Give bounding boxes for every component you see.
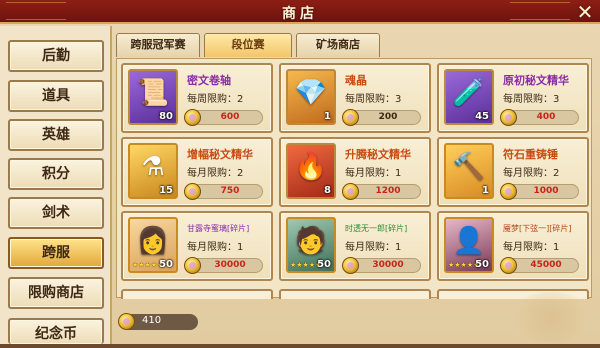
price-tag: 30000 [342, 257, 421, 274]
hero-portrait-icon: 👤 [452, 226, 486, 256]
coin-icon [118, 313, 135, 330]
item-name: 魂晶 [345, 74, 367, 87]
item-price: 30000 [214, 260, 246, 270]
shop-item-card[interactable]: 🔨 1 符石重铸锤 每月限购：2 1000 [437, 137, 589, 207]
crystal-icon: 💎 [294, 78, 328, 108]
item-name: 时透无一郎[碎片] [345, 224, 408, 233]
shop-item-card[interactable]: 🔥 8 升腾秘文精华 每月限购：1 1200 [279, 137, 431, 207]
tab-mine-shop[interactable]: 矿场商店 [296, 33, 380, 57]
item-price: 45000 [530, 260, 562, 270]
item-quantity: 45 [475, 111, 489, 122]
currency-balance: 410 [118, 313, 198, 330]
item-name: 增幅秘文精华 [187, 148, 253, 161]
sidebar-item-commemorative-coin[interactable]: 纪念币 [8, 318, 104, 344]
shop-item-card[interactable]: 👩 ★★★★★ 50 甘露寺蜜璃[碎片] 每月限购：1 30000 [121, 211, 273, 281]
item-quantity: 50 [475, 259, 489, 270]
shop-item-grid: 📜 80 密文卷轴 每周限购：2 600 💎 1 魂晶 每周限购：3 200 🧪… [116, 58, 592, 299]
scroll-icon: 📜 [136, 78, 170, 108]
title-bar: 商店 ✕ [0, 0, 600, 24]
potion-icon: 🧪 [452, 78, 486, 108]
item-quantity: 8 [324, 185, 331, 196]
hammer-icon: 🔨 [452, 152, 486, 182]
shop-item-card[interactable]: 🧑 ★★★★★ 50 时透无一郎[碎片] 每月限购：1 30000 [279, 211, 431, 281]
item-name: 符石重铸锤 [503, 148, 558, 161]
item-price: 30000 [372, 260, 404, 270]
purchase-limit: 每月限购：1 [503, 242, 560, 253]
flask-icon: ⚗ [141, 152, 165, 182]
price-tag: 1200 [342, 183, 421, 200]
title-ornament-right [510, 2, 570, 20]
price-tag: 1000 [500, 183, 579, 200]
tab-rank-match[interactable]: 段位赛 [204, 33, 292, 57]
category-sidebar: 后勤 道具 英雄 积分 剑术 跨服 限购商店 纪念币 [0, 26, 112, 344]
item-frame: 💎 1 [286, 69, 336, 125]
tab-cross-server-championship[interactable]: 跨服冠军赛 [116, 33, 200, 57]
purchase-limit: 每周限购：2 [187, 94, 244, 105]
purchase-limit: 每月限购：1 [345, 168, 402, 179]
hero-portrait-icon: 🧑 [294, 226, 328, 256]
elixir-icon: 🔥 [294, 152, 328, 182]
item-price: 600 [220, 112, 240, 122]
shop-item-card[interactable]: 🧪 45 原初秘文精华 每周限购：3 400 [437, 63, 589, 133]
purchase-limit: 每周限购：3 [503, 94, 560, 105]
item-frame: 📜 80 [128, 69, 178, 125]
shop-item-card[interactable]: 👤 ★★★★★ 50 魇梦[下弦一][碎片] 每月限购：1 45000 [437, 211, 589, 281]
item-frame: 🔨 1 [444, 143, 494, 199]
purchase-limit: 每周限购：3 [345, 94, 402, 105]
shop-item-card-partial[interactable] [121, 289, 273, 299]
price-tag: 30000 [184, 257, 263, 274]
item-price: 1200 [375, 186, 401, 196]
item-quantity: 1 [324, 111, 331, 122]
item-name: 原初秘文精华 [503, 74, 569, 87]
item-frame: 👤 ★★★★★ 50 [444, 217, 494, 273]
price-tag: 45000 [500, 257, 579, 274]
item-quantity: 15 [159, 185, 173, 196]
item-price: 400 [536, 112, 556, 122]
item-quantity: 50 [159, 259, 173, 270]
sidebar-item-props[interactable]: 道具 [8, 80, 104, 112]
sidebar-item-limited-shop[interactable]: 限购商店 [8, 277, 104, 309]
item-quantity: 80 [159, 111, 173, 122]
purchase-limit: 每月限购：2 [503, 168, 560, 179]
item-quantity: 1 [482, 185, 489, 196]
price-tag: 200 [342, 109, 421, 126]
price-tag: 750 [184, 183, 263, 200]
price-tag: 600 [184, 109, 263, 126]
purchase-limit: 每月限购：2 [187, 168, 244, 179]
currency-amount: 410 [142, 315, 162, 326]
item-price: 750 [220, 186, 240, 196]
item-name: 密文卷轴 [187, 74, 231, 87]
sidebar-item-logistics[interactable]: 后勤 [8, 40, 104, 72]
shop-window: 商店 ✕ 后勤 道具 英雄 积分 剑术 跨服 限购商店 纪念币 跨服冠军赛 段位… [0, 0, 600, 344]
item-name: 升腾秘文精华 [345, 148, 411, 161]
item-frame: 🧪 45 [444, 69, 494, 125]
shop-item-card-partial[interactable] [279, 289, 431, 299]
shop-item-card[interactable]: 📜 80 密文卷轴 每周限购：2 600 [121, 63, 273, 133]
item-price: 200 [378, 112, 398, 122]
price-tag: 400 [500, 109, 579, 126]
sidebar-item-cross-server[interactable]: 跨服 [8, 237, 104, 269]
sidebar-item-points[interactable]: 积分 [8, 158, 104, 190]
shop-item-card[interactable]: ⚗ 15 增幅秘文精华 每月限购：2 750 [121, 137, 273, 207]
item-price: 1000 [533, 186, 559, 196]
item-frame: ⚗ 15 [128, 143, 178, 199]
item-frame: 🔥 8 [286, 143, 336, 199]
item-frame: 🧑 ★★★★★ 50 [286, 217, 336, 273]
item-name: 魇梦[下弦一][碎片] [503, 224, 572, 233]
close-icon[interactable]: ✕ [574, 1, 596, 23]
sidebar-item-swordsmanship[interactable]: 剑术 [8, 197, 104, 229]
purchase-limit: 每月限购：1 [345, 242, 402, 253]
sidebar-item-heroes[interactable]: 英雄 [8, 119, 104, 151]
item-frame: 👩 ★★★★★ 50 [128, 217, 178, 273]
floral-decoration [506, 292, 596, 342]
item-quantity: 50 [317, 259, 331, 270]
shop-item-card[interactable]: 💎 1 魂晶 每周限购：3 200 [279, 63, 431, 133]
hero-portrait-icon: 👩 [136, 226, 170, 256]
purchase-limit: 每月限购：1 [187, 242, 244, 253]
item-name: 甘露寺蜜璃[碎片] [187, 224, 250, 233]
